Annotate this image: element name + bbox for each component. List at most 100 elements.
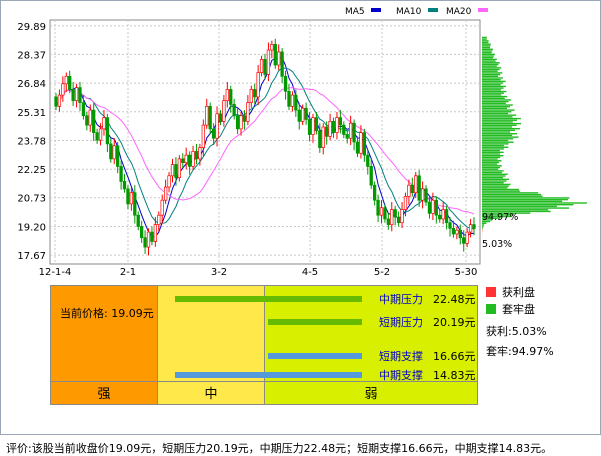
profit-legend: 获利盘 [486, 284, 554, 301]
profit-percent: 获利:5.03% [486, 325, 547, 338]
y-tick-8: 17.67 [17, 251, 46, 262]
chip-bar [482, 46, 491, 49]
chip-bar [482, 224, 485, 226]
x-axis: 12-1-4 2-1 3-2 4-5 5-2 5-30 [39, 267, 478, 278]
chip-bar [482, 166, 501, 169]
chip-bar [482, 99, 512, 101]
chip-bar [482, 73, 501, 76]
chip-bar [482, 207, 570, 209]
level-text-1: 短期压力 20.19元 [379, 314, 476, 330]
level-name: 短期压力 [379, 316, 423, 329]
candle-body [232, 104, 236, 117]
locked-legend-label: 套牢盘 [502, 303, 535, 316]
chip-bar [482, 45, 491, 47]
zone-strong-label: 强 [97, 387, 111, 402]
level-value: 20.19元 [433, 316, 476, 329]
candle-body [246, 102, 250, 122]
chip-bar [482, 153, 500, 155]
candle-body [68, 75, 72, 90]
candle-body [170, 164, 175, 177]
support-resistance-panel: 强 中 弱 当前价格: 19.09元 中期压力 22.48元 短期压力 20.19元短… [50, 285, 478, 405]
x-tick-3: 4-5 [302, 267, 318, 278]
candle-body [434, 199, 438, 216]
chip-bar [482, 195, 543, 197]
chip-legend: 获利盘 套牢盘 获利:5.03% 套牢:94.97% [486, 284, 554, 362]
chip-bar [482, 192, 539, 194]
candle-body [270, 44, 274, 51]
candle-body [122, 181, 127, 190]
y-axis: 29.89 28.37 26.84 25.31 23.78 22.25 20.73 19.20… [17, 22, 46, 262]
candle-body [441, 209, 445, 220]
candle-body [414, 175, 418, 194]
candle-body [349, 122, 353, 139]
candle-body [211, 128, 216, 139]
candle-body [242, 115, 247, 122]
candle-body [277, 51, 281, 66]
candle-body [81, 102, 86, 117]
chip-bar [482, 95, 508, 98]
candle-body [383, 207, 387, 220]
candle-body [71, 89, 75, 102]
level-bar-2 [268, 353, 362, 359]
chip-bar [482, 134, 513, 137]
chip-bar [482, 85, 506, 88]
candle-body [318, 130, 322, 148]
chip-bar [482, 173, 508, 175]
chip-bar [482, 92, 504, 94]
candle-body [352, 122, 356, 143]
level-text-3: 中期支撑 14.83元 [379, 367, 476, 383]
candle-body [372, 184, 377, 201]
legend-label-0: MA5 [345, 7, 365, 17]
level-text-0: 中期压力 22.48元 [379, 291, 476, 307]
chip-bar [482, 60, 496, 62]
chip-bar [482, 62, 500, 64]
chip-bar [482, 114, 517, 116]
chip-bar [482, 185, 509, 187]
chip-bar [482, 106, 510, 108]
chip-bar [482, 78, 501, 81]
chip-bar [482, 170, 504, 172]
level-value: 14.83元 [433, 369, 476, 382]
profit-legend-label: 获利盘 [502, 286, 535, 299]
level-name: 中期压力 [379, 293, 423, 306]
candle-body [153, 224, 158, 242]
candle-body [95, 132, 99, 141]
candle-body [420, 188, 425, 201]
level-text-2: 短期支撑 16.66元 [379, 348, 476, 364]
locked-swatch [486, 304, 496, 314]
chip-bar [482, 65, 497, 67]
candle-body [177, 158, 181, 179]
chip-bar [482, 144, 504, 147]
candle-body [431, 199, 435, 214]
candle-body [287, 90, 291, 107]
candle-body [366, 154, 370, 167]
candle-body [451, 227, 456, 235]
candle-body [448, 222, 452, 229]
chip-bar [482, 57, 494, 59]
chip-bar [482, 168, 499, 170]
candle-body [393, 209, 397, 218]
chip-bar [482, 43, 491, 45]
chip-bar [482, 203, 574, 206]
candle-body [462, 237, 466, 244]
chip-bar [482, 182, 504, 184]
chip-bar [482, 131, 511, 133]
level-bar-3 [174, 372, 362, 378]
chip-bar [482, 143, 509, 145]
candle-body [194, 151, 199, 160]
candle-body [119, 166, 123, 182]
candle-body [407, 184, 411, 197]
chip-bar [482, 146, 509, 148]
candle-body [229, 89, 233, 105]
candle-body [249, 89, 253, 103]
candle-body [390, 209, 394, 225]
candle-body [129, 192, 134, 205]
candle-body [146, 231, 151, 248]
candle-body [325, 126, 329, 137]
chip-bar [482, 80, 506, 83]
chip-bar [482, 100, 509, 103]
candle-body [102, 117, 106, 130]
chip-bar [482, 155, 504, 157]
candle-body [335, 117, 339, 133]
candle-body [92, 109, 96, 133]
